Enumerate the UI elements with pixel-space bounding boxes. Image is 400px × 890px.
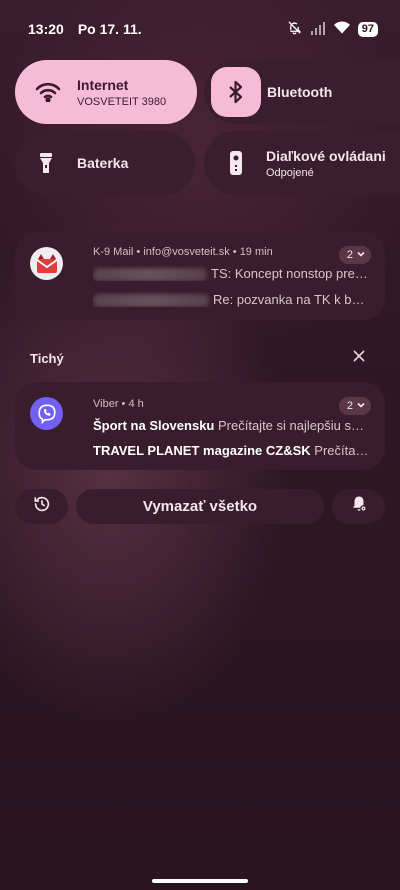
flashlight-icon <box>23 152 69 174</box>
tile-internet-title: Internet <box>77 76 129 93</box>
status-bar: 13:20 Po 17. 11. 97 <box>0 0 400 58</box>
viber-expand-button[interactable]: 2 <box>338 397 371 415</box>
viber-line-2: TRAVEL PLANET magazine CZ&SK Prečítajte … <box>93 443 371 458</box>
notification-history-button[interactable] <box>15 489 68 524</box>
chevron-down-icon <box>356 400 366 413</box>
viber-icon <box>30 397 63 430</box>
k9-count: 2 <box>346 249 353 261</box>
clear-all-button[interactable]: Vymazať všetko <box>76 489 324 524</box>
k9-time: 19 min <box>239 246 273 258</box>
tile-flashlight[interactable]: Baterka <box>15 131 195 195</box>
viber-meta: Viber • 4 h <box>93 398 144 410</box>
k9-line-1-text: TS: Koncept nonstop pred... <box>211 266 371 281</box>
status-icons: 97 <box>287 20 378 38</box>
tile-remote[interactable]: Diaľkové ovládani Odpojené <box>204 131 400 195</box>
viber-count: 2 <box>346 400 353 412</box>
mute-icon <box>287 20 302 38</box>
k9-line-1: TS: Koncept nonstop pred... <box>93 266 371 282</box>
tile-internet[interactable]: Internet VOSVETEIT 3980 <box>15 60 197 124</box>
viber-app-name: Viber <box>93 398 119 410</box>
remote-icon <box>214 151 258 175</box>
k9-line-2: Re: pozvanka na TK k bezho... <box>93 292 371 308</box>
viber-line-2-sender: TRAVEL PLANET magazine CZ&SK <box>93 443 311 458</box>
chevron-down-icon <box>356 249 366 262</box>
wifi-icon <box>25 82 71 102</box>
notification-settings-button[interactable] <box>332 489 385 524</box>
home-indicator[interactable] <box>152 879 248 883</box>
tile-remote-text: Diaľkové ovládani Odpojené <box>266 148 386 179</box>
status-date: Po 17. 11. <box>77 21 142 37</box>
viber-line-1-text: Prečítajte si najlepšiu sprá... <box>218 418 371 433</box>
tile-internet-text: Internet VOSVETEIT 3980 <box>77 77 166 108</box>
tile-flashlight-title: Baterka <box>77 155 129 171</box>
viber-line-2-text: Prečítajte s... <box>314 443 371 458</box>
k9-app-name: K-9 Mail <box>93 246 134 258</box>
viber-time: 4 h <box>128 398 144 410</box>
notification-viber[interactable]: Viber • 4 h 2 Šport na Slovensku Prečíta… <box>15 382 385 470</box>
viber-line-1-sender: Šport na Slovensku <box>93 418 215 433</box>
k9-mail-icon <box>30 247 63 280</box>
tile-bluetooth-title: Bluetooth <box>267 84 333 100</box>
silent-section-title: Tichý <box>30 351 64 366</box>
bell-settings-icon <box>350 495 368 518</box>
clear-all-label: Vymazať všetko <box>142 498 258 515</box>
bluetooth-icon <box>211 67 261 117</box>
history-icon <box>33 495 51 518</box>
k9-expand-button[interactable]: 2 <box>338 246 371 264</box>
k9-line-2-text: Re: pozvanka na TK k bezho... <box>213 292 371 307</box>
tile-internet-subtitle: VOSVETEIT 3980 <box>77 95 167 108</box>
tile-bluetooth[interactable]: Bluetooth <box>204 60 400 124</box>
redacted-sender <box>93 294 209 308</box>
wifi-icon <box>333 21 350 37</box>
tile-remote-title: Diaľkové ovládani <box>266 147 386 164</box>
close-icon[interactable] <box>350 347 368 365</box>
notification-k9-mail[interactable]: K-9 Mail • info@vosveteit.sk • 19 min 2 … <box>15 232 385 320</box>
status-time: 13:20 <box>28 21 64 37</box>
redacted-sender <box>93 268 207 282</box>
viber-line-1: Šport na Slovensku Prečítajte si najlepš… <box>93 418 371 433</box>
k9-account: info@vosveteit.sk <box>143 246 230 258</box>
signal-icon <box>310 21 326 38</box>
k9-meta: K-9 Mail • info@vosveteit.sk • 19 min <box>93 246 273 258</box>
tile-remote-subtitle: Odpojené <box>266 166 314 179</box>
battery-icon: 97 <box>357 21 378 37</box>
